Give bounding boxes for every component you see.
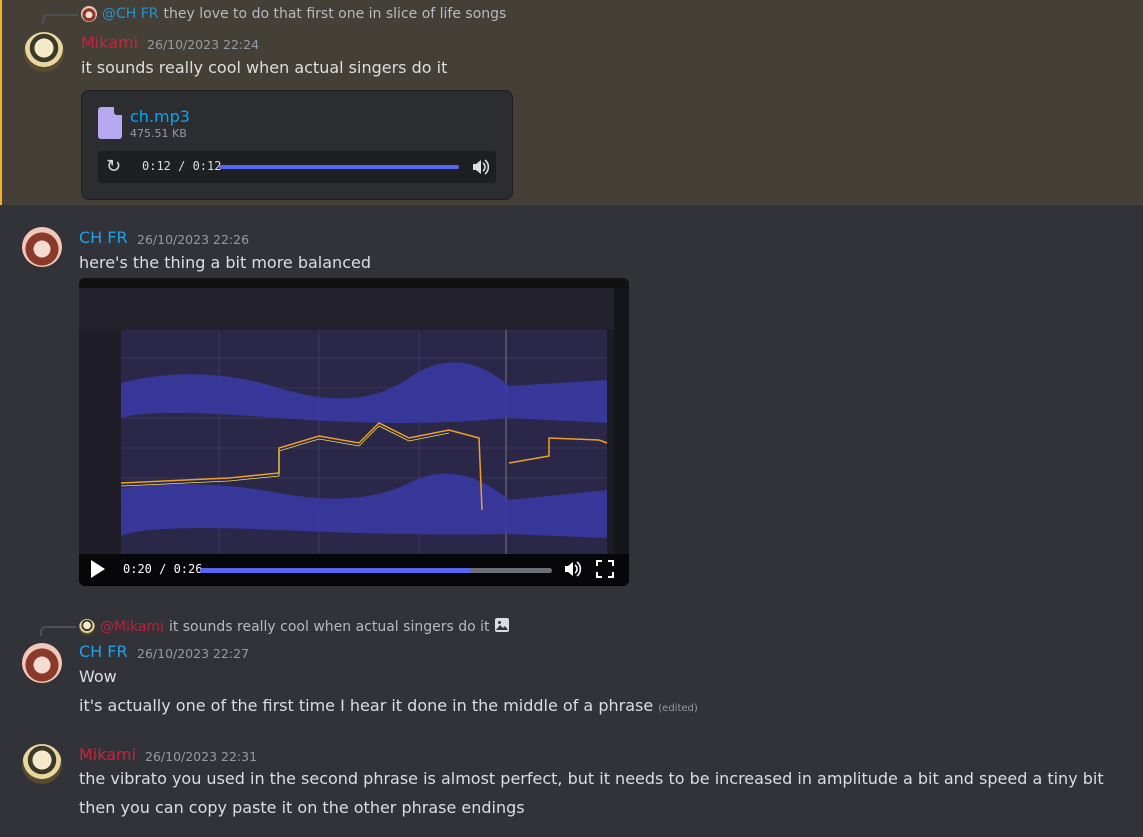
- audio-attachment: ch.mp3 475.51 KB ↻ 0:12 / 0:12: [81, 90, 513, 200]
- image-icon: [494, 617, 510, 637]
- avatar[interactable]: [22, 643, 62, 683]
- author-name[interactable]: CH FR: [79, 228, 128, 247]
- author-name[interactable]: Mikami: [81, 33, 138, 52]
- timestamp: 26/10/2023 22:31: [145, 749, 258, 764]
- fullscreen-icon[interactable]: [595, 559, 615, 585]
- avatar[interactable]: [22, 227, 62, 267]
- reply-preview[interactable]: @Mikami it sounds really cool when actua…: [79, 617, 510, 637]
- audio-file-icon: [98, 107, 122, 139]
- message-text: it's actually one of the first time I he…: [79, 696, 698, 715]
- message-text: then you can copy paste it on the other …: [79, 798, 525, 817]
- message-highlighted: @CH FR they love to do that first one in…: [0, 0, 1143, 205]
- message-text: here's the thing a bit more balanced: [79, 253, 371, 272]
- message-text-content: it's actually one of the first time I he…: [79, 696, 654, 715]
- message-text: it sounds really cool when actual singer…: [81, 58, 448, 77]
- volume-icon[interactable]: [562, 559, 582, 585]
- reply-avatar: [81, 6, 97, 22]
- video-frame: [79, 278, 629, 554]
- author-name[interactable]: CH FR: [79, 642, 128, 661]
- timestamp: 26/10/2023 22:26: [137, 232, 250, 247]
- message: @Mikami it sounds really cool when actua…: [0, 605, 1143, 730]
- message-text: Wow: [79, 667, 117, 686]
- video-controls: 0:20 / 0:26: [79, 554, 629, 586]
- volume-icon[interactable]: [470, 157, 490, 182]
- audio-player: ↻ 0:12 / 0:12: [98, 151, 496, 183]
- reply-preview[interactable]: @CH FR they love to do that first one in…: [81, 6, 506, 22]
- audio-progress-bar[interactable]: [219, 165, 459, 169]
- video-time: 0:20 / 0:26: [123, 562, 203, 576]
- reply-text: they love to do that first one in slice …: [163, 6, 507, 22]
- message-text: the vibrato you used in the second phras…: [79, 769, 1104, 788]
- reply-mention[interactable]: @CH FR: [102, 6, 159, 22]
- timestamp: 26/10/2023 22:27: [137, 646, 250, 661]
- message: Mikami 26/10/2023 22:31 the vibrato you …: [0, 730, 1143, 837]
- reply-avatar: [79, 619, 95, 635]
- audio-progress-fill: [219, 165, 459, 169]
- video-attachment[interactable]: 0:20 / 0:26: [79, 278, 629, 586]
- edited-label: (edited): [658, 703, 698, 714]
- video-progress-fill: [200, 568, 472, 573]
- avatar[interactable]: [22, 744, 62, 784]
- reply-mention[interactable]: @Mikami: [100, 619, 164, 635]
- audio-time: 0:12 / 0:12: [142, 159, 222, 173]
- avatar[interactable]: [24, 32, 64, 72]
- reply-text: it sounds really cool when actual singer…: [168, 619, 490, 635]
- file-name-link[interactable]: ch.mp3: [130, 107, 190, 126]
- author-name[interactable]: Mikami: [79, 745, 136, 764]
- reply-spine: [40, 626, 76, 636]
- video-progress-bar[interactable]: [200, 568, 552, 573]
- reply-spine: [42, 14, 78, 24]
- timestamp: 26/10/2023 22:24: [147, 37, 260, 52]
- replay-icon[interactable]: ↻: [106, 157, 121, 177]
- play-icon[interactable]: [89, 559, 107, 585]
- file-size: 475.51 KB: [130, 127, 187, 140]
